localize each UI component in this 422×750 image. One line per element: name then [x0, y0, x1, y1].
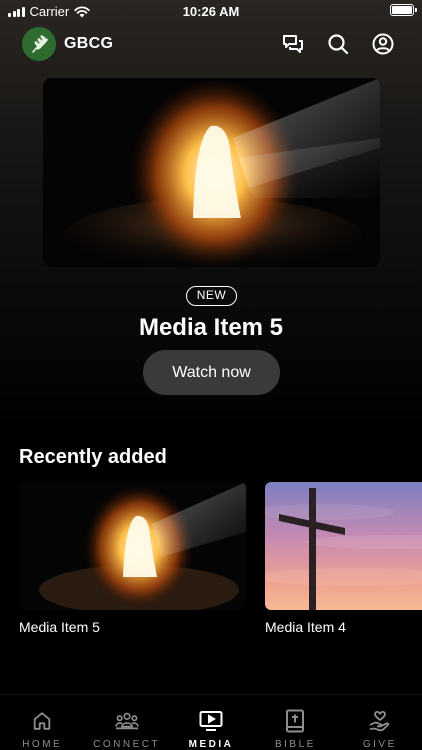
tv-play-icon	[199, 711, 223, 731]
wheat-icon	[32, 35, 48, 53]
watch-now-button[interactable]: Watch now	[143, 350, 280, 395]
tab-label: MEDIA	[188, 739, 234, 750]
chat-button[interactable]	[280, 31, 306, 57]
tab-bible[interactable]: BIBLE	[253, 695, 337, 750]
app-header: GBCG	[0, 26, 422, 62]
people-icon	[114, 712, 139, 730]
brand-name: GBCG	[64, 35, 114, 52]
media-card[interactable]: Media Item 4	[265, 482, 422, 635]
search-icon	[328, 34, 349, 55]
tab-media[interactable]: MEDIA	[169, 695, 253, 750]
tab-give[interactable]: GIVE	[338, 695, 422, 750]
tomb-light-image	[43, 78, 380, 267]
hero-image[interactable]	[43, 78, 380, 267]
profile-button[interactable]	[370, 31, 396, 57]
chat-icon	[283, 35, 303, 53]
section-title-recently-added: Recently added	[19, 446, 167, 468]
media-card[interactable]: Media Item 5	[19, 482, 246, 635]
tab-bar: HOME CONNECT MEDIA BIBLE GIVE	[0, 694, 422, 750]
bible-icon	[286, 709, 305, 733]
home-icon	[33, 712, 51, 730]
profile-icon	[372, 33, 394, 55]
new-badge: NEW	[186, 286, 237, 306]
tab-label: CONNECT	[93, 739, 161, 750]
church-logo[interactable]	[22, 27, 56, 61]
media-screen: Carrier 10:26 AM GBCG NEW Media Item 5 W…	[0, 0, 422, 750]
tab-connect[interactable]: CONNECT	[84, 695, 168, 750]
media-thumbnail	[19, 482, 246, 610]
status-time: 10:26 AM	[182, 4, 240, 19]
tab-label: GIVE	[362, 739, 397, 750]
hero-title: Media Item 5	[138, 314, 284, 341]
media-card-label: Media Item 5	[19, 619, 100, 635]
give-hand-icon	[369, 710, 389, 732]
tab-label: BIBLE	[274, 739, 316, 750]
media-card-label: Media Item 4	[265, 619, 346, 635]
tab-label: HOME	[22, 739, 63, 750]
tab-home[interactable]: HOME	[0, 695, 84, 750]
search-button[interactable]	[325, 31, 351, 57]
cross-sunset-thumbnail	[265, 482, 422, 610]
battery-icon	[390, 4, 417, 16]
tomb-light-thumbnail	[19, 482, 246, 610]
media-thumbnail	[265, 482, 422, 610]
status-bar: Carrier 10:26 AM	[0, 0, 422, 22]
